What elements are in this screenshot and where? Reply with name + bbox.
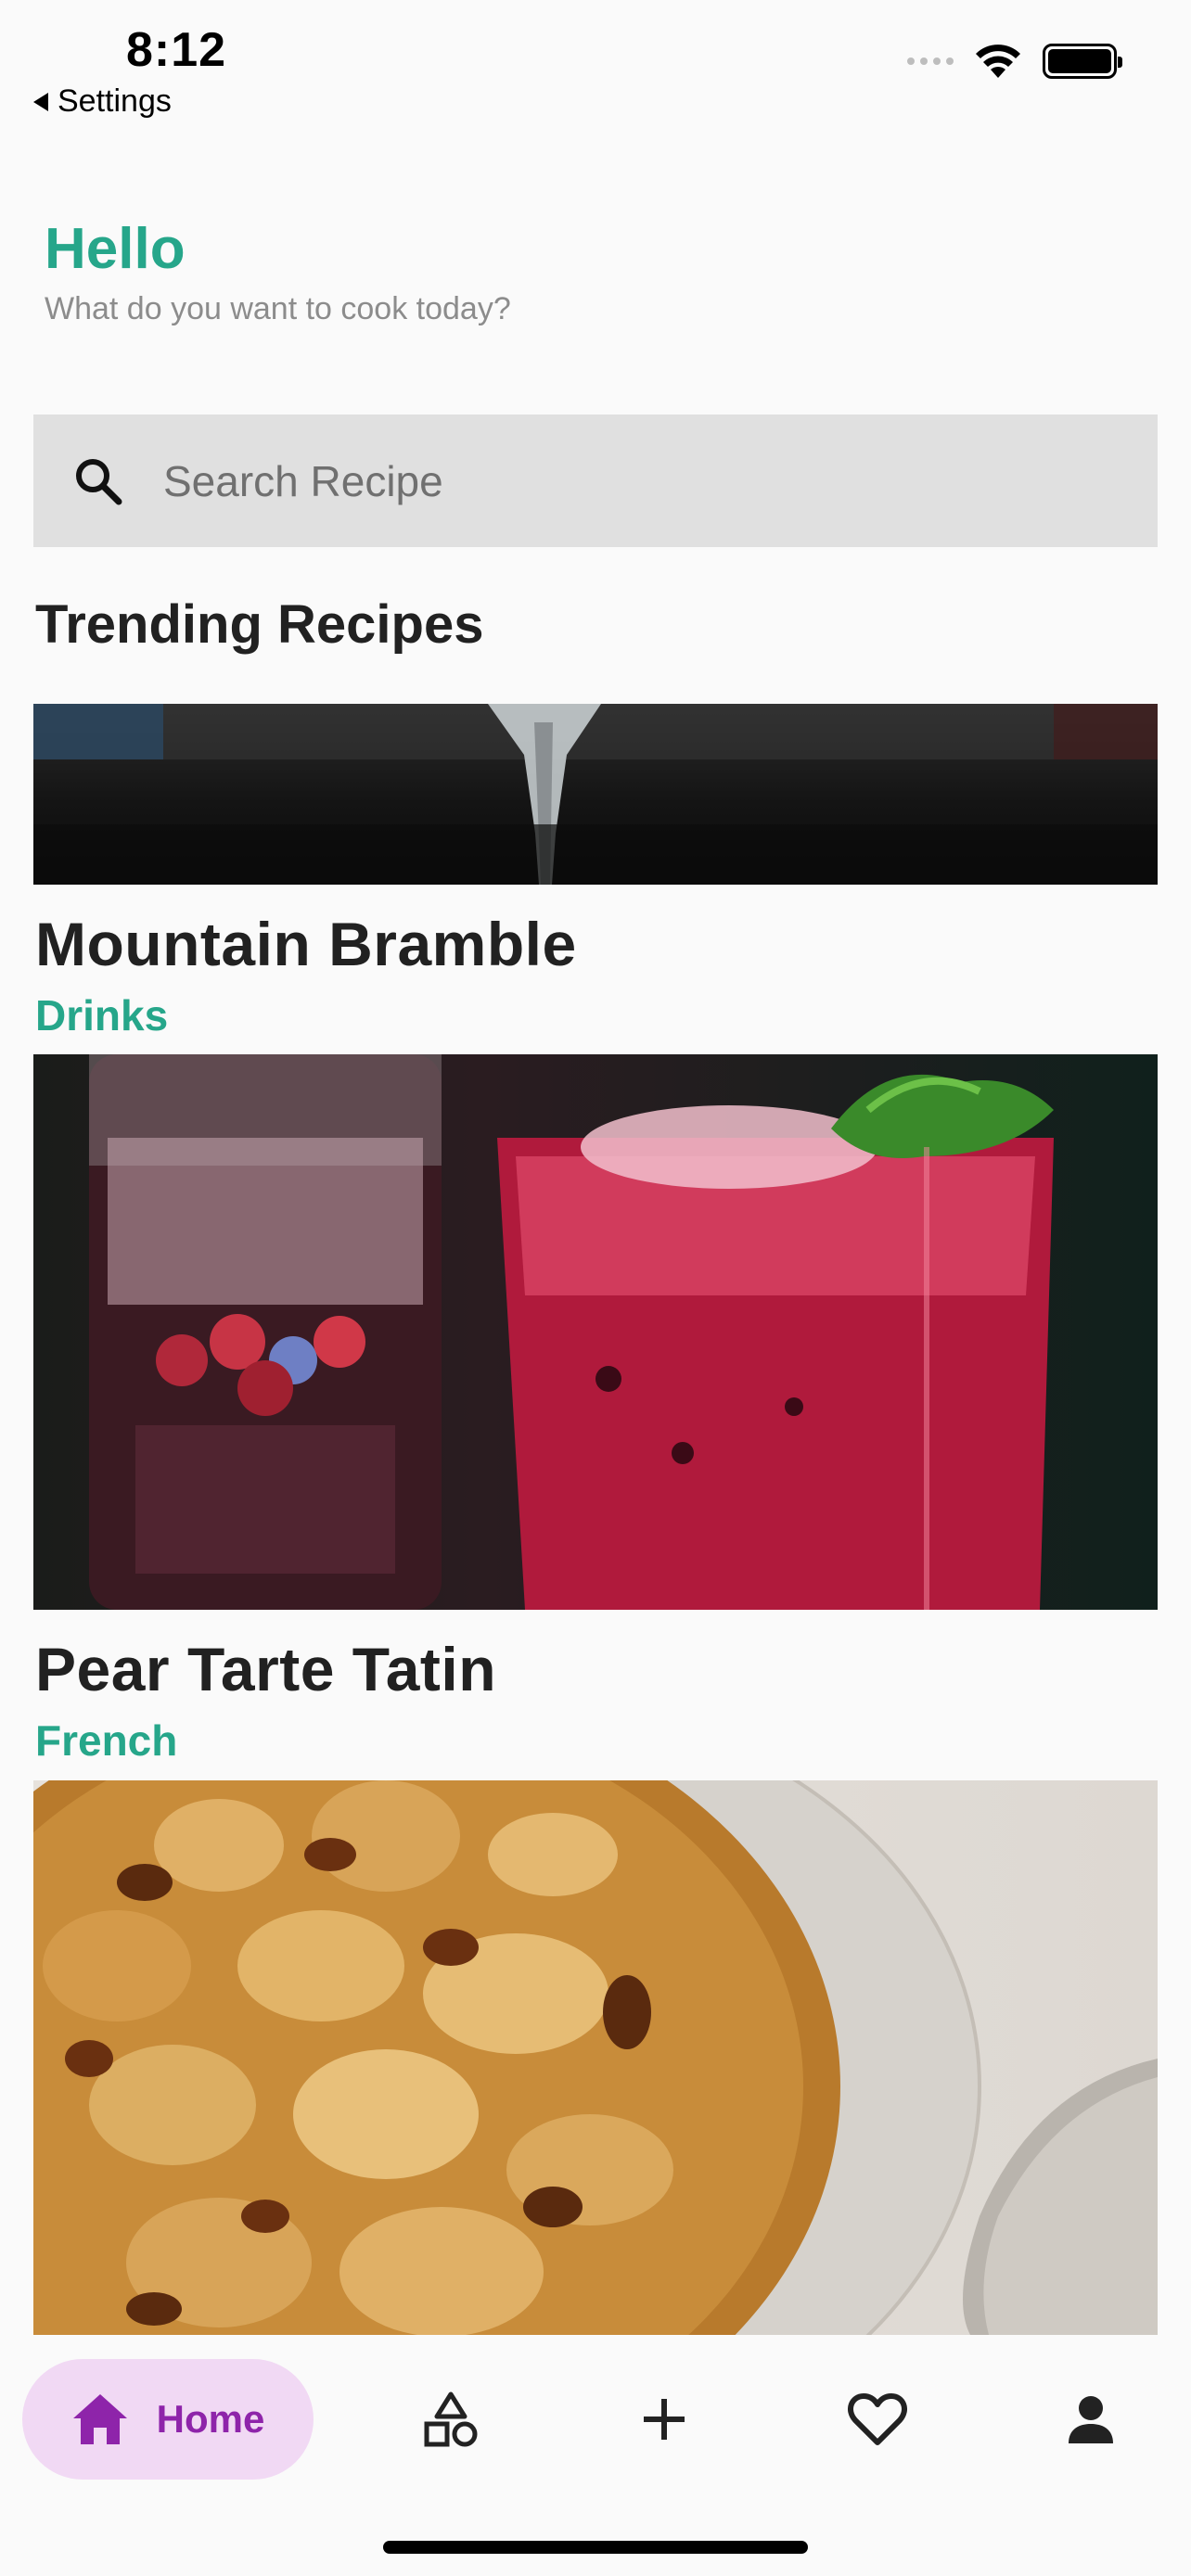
wifi-icon xyxy=(976,45,1020,78)
recipe-image-pear-tarte-tatin[interactable] xyxy=(33,1780,1158,2335)
nav-categories-tab[interactable] xyxy=(397,2359,505,2480)
greeting: Hello What do you want to cook today? xyxy=(45,221,511,327)
cocktail-glass-image xyxy=(33,704,1158,885)
nav-home-label: Home xyxy=(156,2397,265,2441)
home-indicator[interactable] xyxy=(383,2541,808,2554)
nav-home-tab[interactable]: Home xyxy=(22,2359,314,2480)
recipe-title[interactable]: Pear Tarte Tatin xyxy=(35,1634,496,1704)
battery-icon xyxy=(1043,44,1122,79)
status-time: 8:12 xyxy=(126,23,227,77)
status-indicators xyxy=(907,43,1122,80)
nav-profile-tab[interactable] xyxy=(1037,2359,1145,2480)
pear-tarte-tatin-image xyxy=(33,1780,1158,2335)
recipe-title[interactable]: Mountain Bramble xyxy=(35,909,577,979)
back-arrow-icon xyxy=(33,92,48,111)
home-icon xyxy=(72,2394,127,2444)
greeting-title: Hello xyxy=(45,217,186,281)
section-title: Trending Recipes xyxy=(35,594,484,655)
plus-icon xyxy=(644,2399,685,2440)
recipe-image-mountain-bramble[interactable] xyxy=(33,1054,1158,1610)
mountain-bramble-image xyxy=(89,1054,1054,1610)
search-input[interactable] xyxy=(163,455,1091,506)
greeting-subtitle: What do you want to cook today? xyxy=(45,291,511,326)
person-icon xyxy=(1069,2396,1113,2443)
nav-add-tab[interactable] xyxy=(610,2359,718,2480)
nav-favorites-tab[interactable] xyxy=(824,2359,931,2480)
back-to-settings-link[interactable]: Settings xyxy=(33,83,172,120)
search-icon xyxy=(76,458,122,504)
bottom-navigation: Home xyxy=(0,2337,1191,2485)
shapes-icon xyxy=(424,2391,478,2447)
recipe-category: Drinks xyxy=(35,991,169,1039)
search-bar[interactable] xyxy=(33,414,1158,547)
back-link-label: Settings xyxy=(58,83,172,119)
heart-icon xyxy=(848,2393,907,2445)
cellular-signal-icon xyxy=(907,57,954,65)
recipe-category: French xyxy=(35,1716,178,1765)
recipe-image-cocktail-glass[interactable] xyxy=(33,704,1158,885)
